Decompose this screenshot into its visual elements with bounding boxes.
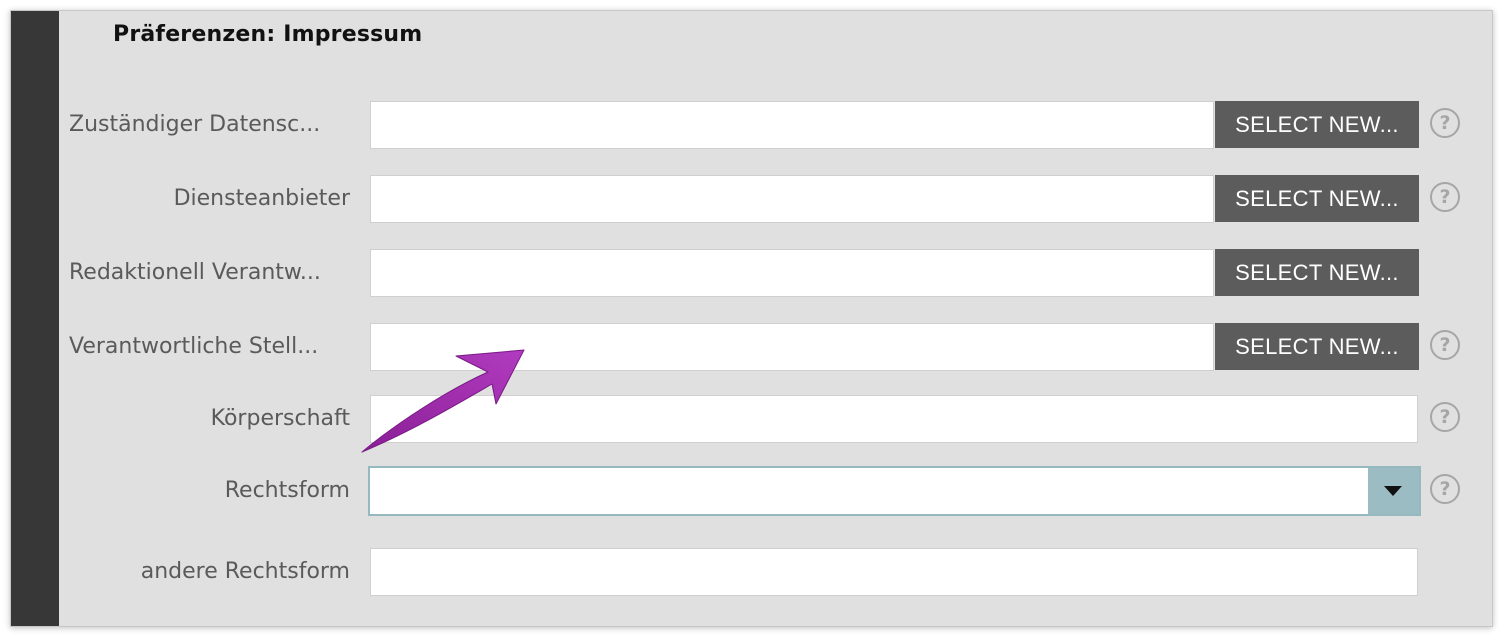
field-label-rechtsform: Rechtsform xyxy=(224,478,350,503)
form-row-datenschutz: Zuständiger Datensc... SELECT NEW... ? xyxy=(59,99,1479,151)
field-label-diensteanbieter: Diensteanbieter xyxy=(173,186,350,211)
verantwortliche-stelle-input[interactable] xyxy=(370,323,1214,371)
field-label-andere-rechtsform: andere Rechtsform xyxy=(140,559,350,584)
diensteanbieter-select-new-button[interactable]: SELECT NEW... xyxy=(1215,175,1419,222)
verantwortliche-stelle-select-new-button[interactable]: SELECT NEW... xyxy=(1215,323,1419,370)
andere-rechtsform-input[interactable] xyxy=(370,548,1418,596)
preferences-panel: Präferenzen: Impressum Zuständiger Daten… xyxy=(10,10,1493,627)
redaktionell-select-new-button[interactable]: SELECT NEW... xyxy=(1215,249,1419,296)
field-label-koerperschaft: Körperschaft xyxy=(210,406,350,431)
koerperschaft-input[interactable] xyxy=(370,395,1418,443)
form-row-andere-rechtsform: andere Rechtsform xyxy=(59,546,1479,598)
field-label-verantwortliche-stelle: Verantwortliche Stell... xyxy=(69,334,319,359)
form-row-diensteanbieter: Diensteanbieter SELECT NEW... ? xyxy=(59,173,1479,225)
redaktionell-input[interactable] xyxy=(370,249,1214,297)
page-title: Präferenzen: Impressum xyxy=(113,22,423,47)
question-circle-icon[interactable]: ? xyxy=(1430,402,1460,432)
form-row-verantwortliche-stelle: Verantwortliche Stell... SELECT NEW... ? xyxy=(59,321,1479,373)
question-circle-icon[interactable]: ? xyxy=(1430,182,1460,212)
form-row-koerperschaft: Körperschaft ? xyxy=(59,393,1479,445)
dropdown-toggle-button[interactable] xyxy=(1368,468,1419,514)
form-row-redaktionell: Redaktionell Verantw... SELECT NEW... xyxy=(59,247,1479,299)
field-label-redaktionell: Redaktionell Verantw... xyxy=(69,260,321,285)
field-label-datenschutz: Zuständiger Datensc... xyxy=(69,112,321,137)
caret-down-icon xyxy=(1384,486,1402,496)
datenschutz-input[interactable] xyxy=(370,101,1214,149)
question-circle-icon[interactable]: ? xyxy=(1430,330,1460,360)
question-circle-icon[interactable]: ? xyxy=(1430,474,1460,504)
question-circle-icon[interactable]: ? xyxy=(1430,108,1460,138)
form-row-rechtsform: Rechtsform ? xyxy=(59,465,1479,517)
diensteanbieter-input[interactable] xyxy=(370,175,1214,223)
left-sidebar-strip xyxy=(11,11,59,626)
datenschutz-select-new-button[interactable]: SELECT NEW... xyxy=(1215,101,1419,148)
rechtsform-select[interactable] xyxy=(368,466,1421,516)
